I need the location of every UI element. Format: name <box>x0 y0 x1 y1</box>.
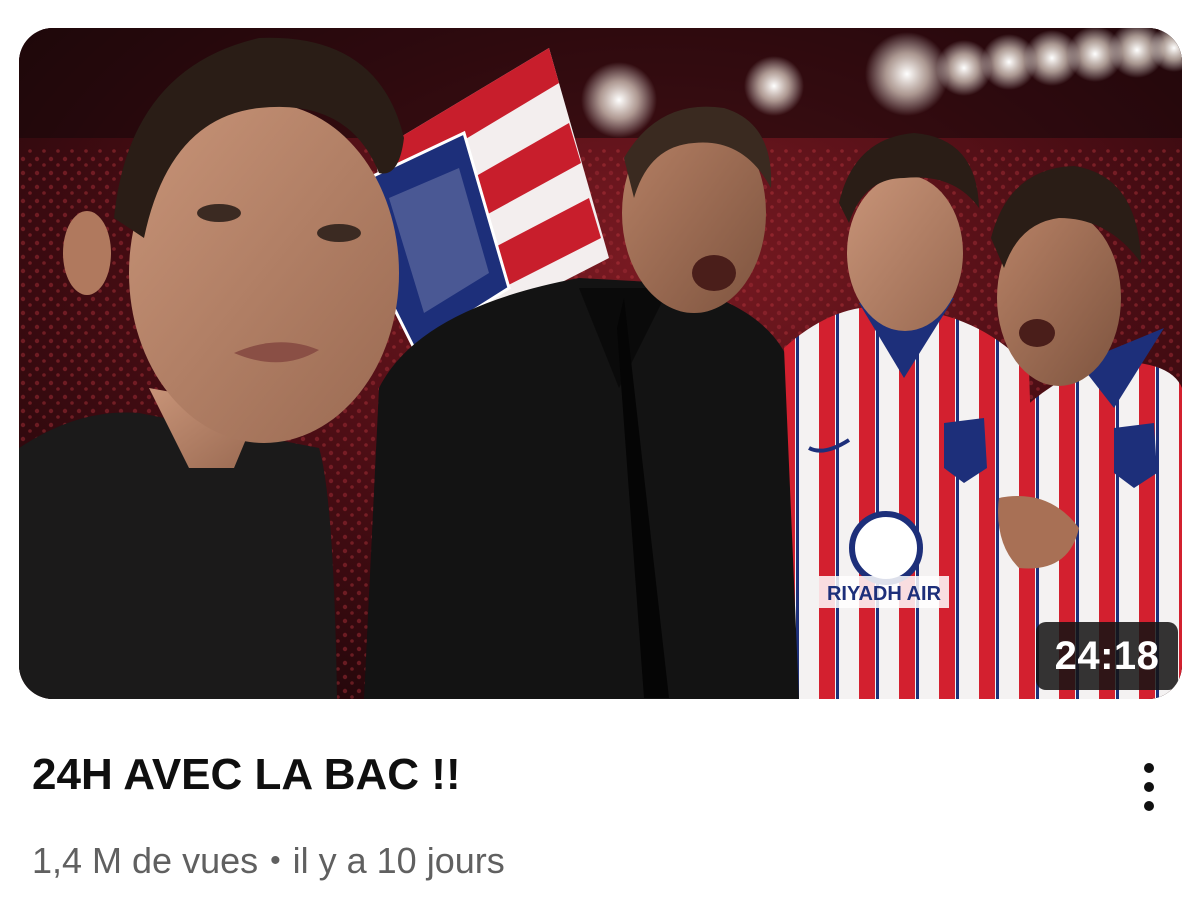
thumbnail-image: RIYADH AIR <box>19 28 1182 699</box>
video-metadata: 1,4 M de vues • il y a 10 jours <box>32 836 505 886</box>
video-title[interactable]: 24H AVEC LA BAC !! <box>32 745 461 805</box>
more-vertical-icon[interactable] <box>1125 752 1173 822</box>
video-card[interactable]: RIYADH AIR 24:18 24H AVEC LA BAC !! 1,4 … <box>0 0 1200 905</box>
video-thumbnail[interactable]: RIYADH AIR 24:18 <box>19 28 1182 699</box>
menu-dot <box>1144 801 1154 811</box>
jersey-sponsor: RIYADH AIR <box>827 583 942 605</box>
upload-age: il y a 10 jours <box>292 840 505 881</box>
meta-separator: • <box>270 844 281 877</box>
view-count: 1,4 M de vues <box>32 840 259 881</box>
menu-dot <box>1144 782 1154 792</box>
menu-dot <box>1144 763 1154 773</box>
duration-badge: 24:18 <box>1036 622 1178 690</box>
